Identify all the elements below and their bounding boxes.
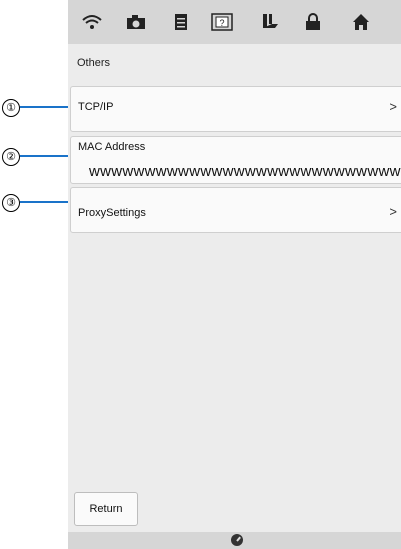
tcp-ip-label: TCP/IP [78, 101, 114, 113]
callout-2-leader [20, 155, 70, 157]
proxy-settings-row[interactable]: ProxySettings > [70, 187, 401, 233]
page-title: Others [77, 57, 111, 69]
clock-icon[interactable] [231, 534, 243, 546]
callout-1: ① [2, 99, 20, 117]
callout-3: ③ [2, 194, 20, 212]
mac-address-row: MAC Address wwwwwwwwwwwwwwwwwwwwwwwwwwww [70, 136, 401, 184]
tcp-ip-row[interactable]: TCP/IP > [70, 86, 401, 132]
presser-foot-icon[interactable] [258, 10, 282, 34]
home-icon[interactable] [349, 10, 373, 34]
chevron-right-icon: > [389, 99, 397, 114]
help-icon[interactable]: ? [210, 10, 234, 34]
callout-1-leader [20, 106, 70, 108]
camera-icon[interactable] [124, 10, 148, 34]
lock-icon[interactable] [301, 10, 325, 34]
return-button[interactable]: Return [74, 492, 138, 526]
proxy-settings-label: ProxySettings [78, 207, 146, 219]
mac-address-value: wwwwwwwwwwwwwwwwwwwwwwwwwwww [89, 163, 401, 180]
svg-text:?: ? [219, 18, 224, 28]
callout-2: ② [2, 148, 20, 166]
document-icon[interactable] [169, 10, 193, 34]
callout-3-leader [20, 201, 70, 203]
device-screen: ? Others TCP/IP > MAC Address wwwwwwwwww… [68, 0, 401, 549]
chevron-right-icon: > [389, 204, 397, 219]
wifi-icon[interactable] [80, 10, 104, 34]
mac-address-label: MAC Address [78, 141, 146, 153]
top-toolbar: ? [68, 0, 401, 44]
